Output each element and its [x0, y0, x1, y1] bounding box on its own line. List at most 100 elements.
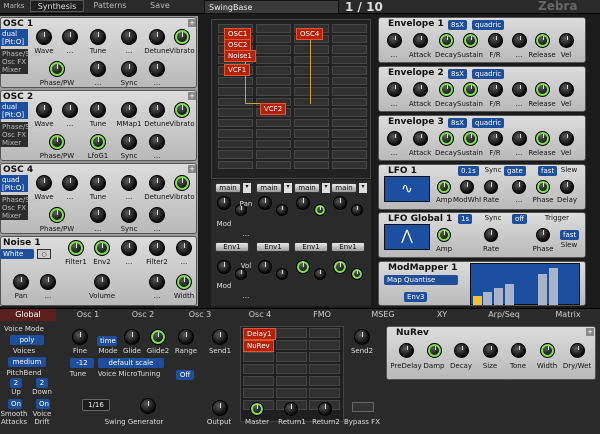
osc-knob[interactable] — [149, 29, 165, 45]
nurev-knob[interactable] — [483, 343, 498, 358]
lfo1-knob[interactable] — [437, 180, 451, 194]
lfo1-knob[interactable] — [460, 180, 474, 194]
noise-knob[interactable] — [149, 240, 165, 256]
envelope-knob[interactable] — [387, 33, 402, 48]
grid-vol-knob[interactable] — [296, 260, 310, 274]
osc-knob[interactable] — [121, 29, 137, 45]
fx-node-delay[interactable]: Delay1 — [243, 328, 276, 340]
transpose-value[interactable]: -12 — [70, 358, 94, 368]
fx-node-nurev[interactable]: NuRev — [243, 340, 274, 352]
osc-knob[interactable] — [62, 175, 78, 191]
tab-synthesis[interactable]: Synthesis — [30, 0, 84, 12]
env-button[interactable]: Env1 — [294, 242, 328, 252]
lfo1-sync[interactable]: gate — [504, 166, 526, 176]
grid-slot[interactable] — [332, 118, 367, 127]
env-button[interactable]: Env1 — [256, 242, 290, 252]
osc-plus-icon[interactable]: + — [188, 19, 196, 27]
nurev-knob[interactable] — [399, 343, 414, 358]
envelope-knob[interactable] — [559, 33, 574, 48]
grid-slot[interactable] — [218, 150, 253, 159]
osc-knob[interactable] — [174, 175, 190, 191]
envelope-mode[interactable]: 8sX — [448, 20, 467, 30]
lfo-global-knob[interactable] — [437, 228, 451, 242]
bypass-button[interactable] — [352, 402, 374, 412]
fine-knob[interactable] — [72, 329, 88, 345]
envelope-knob[interactable] — [387, 82, 402, 97]
grid-slot[interactable] — [294, 66, 329, 75]
tab-osc3[interactable]: Osc 3 — [172, 309, 228, 321]
osc-knob[interactable] — [36, 175, 52, 191]
envelope-knob[interactable] — [463, 131, 478, 146]
send2-knob[interactable] — [354, 329, 370, 345]
fx-slot[interactable] — [309, 376, 340, 386]
osc-side-tab[interactable]: [Pit:O] — [0, 110, 28, 119]
osc-knob[interactable] — [36, 102, 52, 118]
modmapper-bar[interactable] — [494, 288, 503, 305]
grid-slot[interactable] — [332, 66, 367, 75]
fx-slot[interactable] — [276, 352, 307, 362]
tab-arpseq[interactable]: Arp/Seq — [476, 309, 532, 321]
grid-slot[interactable] — [256, 34, 291, 43]
grid-slot[interactable] — [256, 118, 291, 127]
grid-slot[interactable] — [218, 118, 253, 127]
tab-osc1[interactable]: Osc 1 — [60, 309, 116, 321]
grid-slot[interactable] — [332, 139, 367, 148]
range-knob[interactable] — [178, 329, 194, 345]
voices-value[interactable]: medium — [8, 357, 46, 367]
osc-knob[interactable] — [62, 29, 78, 45]
grid-pan-knob[interactable] — [258, 196, 272, 210]
grid-slot[interactable] — [294, 150, 329, 159]
envelope-knob[interactable] — [413, 131, 428, 146]
main-arrow-icon[interactable]: ▾ — [359, 183, 367, 193]
voice-mode-value[interactable]: poly — [10, 335, 44, 345]
grid-slot[interactable] — [256, 129, 291, 138]
envelope-knob[interactable] — [535, 33, 550, 48]
osc-knob[interactable] — [90, 175, 106, 191]
module-node[interactable]: Noise1 — [224, 50, 256, 62]
lfo1-knob[interactable] — [512, 180, 526, 194]
tab-fmo[interactable]: FMO — [294, 309, 350, 321]
main-output-button[interactable]: main — [294, 183, 320, 193]
envelope-knob[interactable] — [439, 131, 454, 146]
fx-slot[interactable] — [309, 388, 340, 398]
output-knob[interactable] — [212, 400, 228, 416]
pitchbend-up[interactable]: 2 — [10, 378, 22, 388]
osc-knob2[interactable] — [121, 134, 137, 150]
main-arrow-icon[interactable]: ▾ — [322, 183, 330, 193]
grid-slot[interactable] — [332, 87, 367, 96]
env-button[interactable]: Env1 — [215, 242, 249, 252]
nurev-knob[interactable] — [454, 343, 469, 358]
envelope-knob[interactable] — [387, 131, 402, 146]
grid-slot[interactable] — [256, 160, 291, 169]
envelope-mode[interactable]: 8sX — [448, 69, 467, 79]
osc-side-tab[interactable]: Mixer — [0, 211, 28, 220]
return1-knob[interactable] — [284, 402, 298, 416]
osc-knob[interactable] — [62, 102, 78, 118]
noise-knob2[interactable] — [94, 274, 110, 290]
grid-slot[interactable] — [332, 55, 367, 64]
main-output-button[interactable]: main — [331, 183, 357, 193]
noise-type[interactable]: White — [0, 249, 34, 259]
tab-save[interactable]: Save — [140, 0, 180, 12]
grid-slot[interactable] — [256, 76, 291, 85]
grid-mod2-knob[interactable] — [314, 268, 326, 280]
fx-slot[interactable] — [276, 340, 307, 350]
noise-knob[interactable] — [94, 240, 110, 256]
envelope-knob[interactable] — [488, 131, 503, 146]
glide2-knob[interactable] — [150, 329, 166, 345]
grid-slot[interactable] — [294, 108, 329, 117]
osc-side-tab[interactable]: [Pit:O] — [0, 183, 28, 192]
envelope-knob[interactable] — [559, 131, 574, 146]
grid-pan-knob[interactable] — [333, 196, 347, 210]
envelope-knob[interactable] — [439, 33, 454, 48]
noise-dropdown-icon[interactable]: ○ — [37, 249, 51, 259]
osc-knob[interactable] — [149, 175, 165, 191]
grid-slot[interactable] — [218, 129, 253, 138]
modmapper-bar[interactable] — [538, 274, 547, 305]
osc-knob[interactable] — [90, 29, 106, 45]
envelope-curve[interactable]: quadric — [472, 20, 505, 30]
modmapper-bar[interactable] — [483, 292, 492, 305]
osc-knob2[interactable] — [90, 134, 106, 150]
envelope-knob[interactable] — [488, 33, 503, 48]
envelope-knob[interactable] — [512, 82, 527, 97]
